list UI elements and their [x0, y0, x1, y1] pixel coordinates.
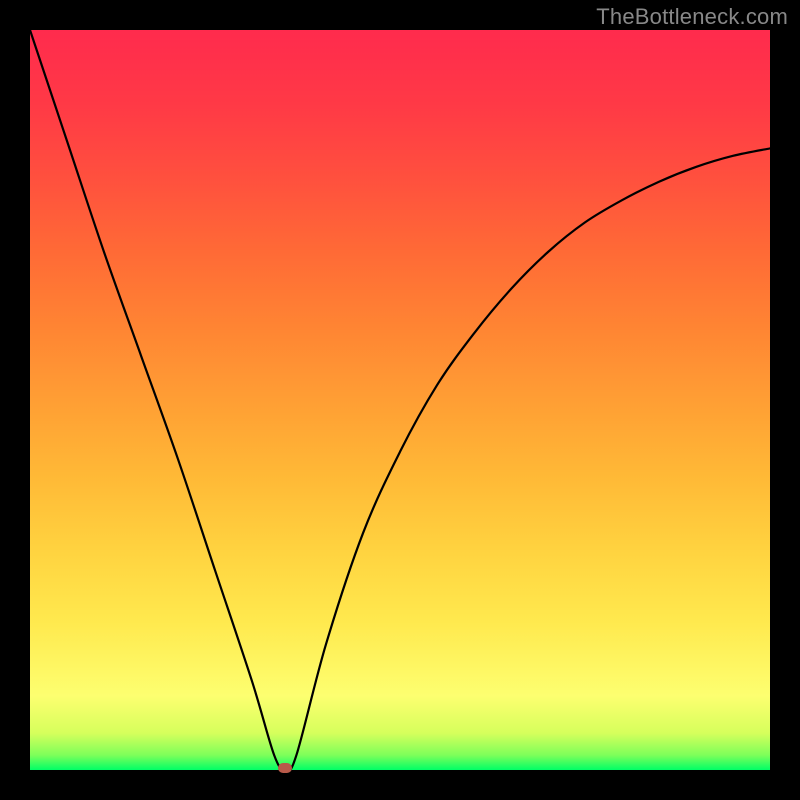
chart-frame: TheBottleneck.com: [0, 0, 800, 800]
plot-area: [30, 30, 770, 770]
bottleneck-curve: [30, 30, 770, 770]
minimum-marker: [278, 763, 292, 773]
watermark-text: TheBottleneck.com: [596, 4, 788, 30]
